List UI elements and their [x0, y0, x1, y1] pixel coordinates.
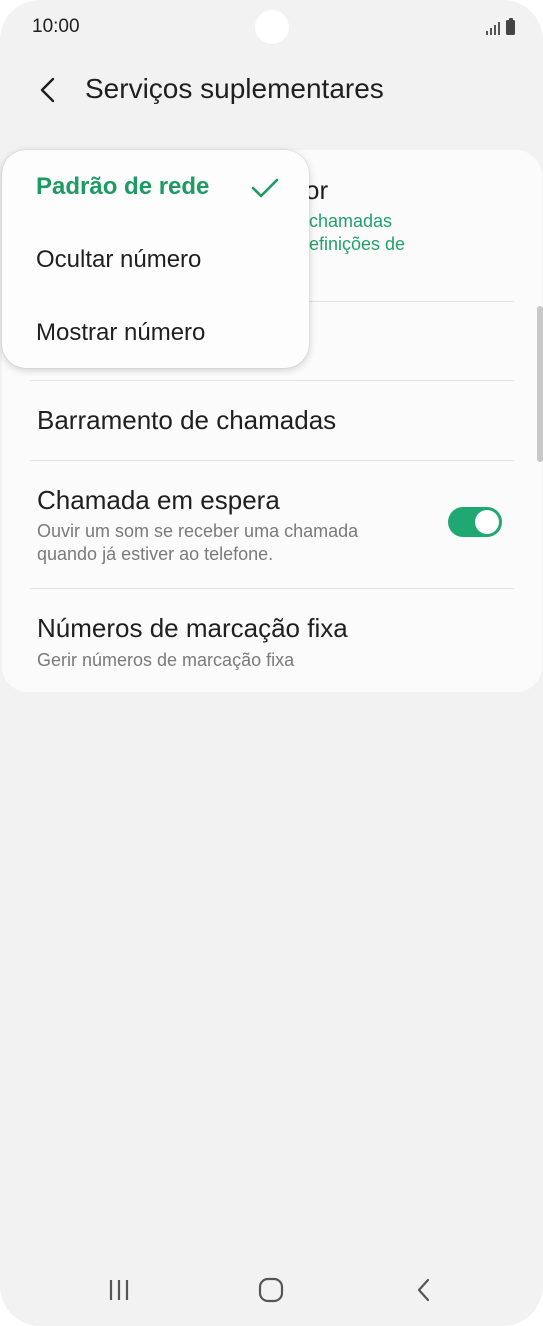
home-button[interactable]	[251, 1272, 291, 1308]
status-icons	[486, 18, 515, 35]
page-title: Serviços suplementares	[85, 73, 384, 104]
status-time: 10:00	[32, 16, 80, 37]
home-icon	[258, 1277, 284, 1303]
fixed-dialing-subtitle: Gerir números de marcação fixa	[37, 650, 295, 670]
navigation-bar	[0, 1260, 543, 1320]
recent-apps-icon	[109, 1280, 129, 1300]
popup-option-show-number[interactable]: Mostrar número	[36, 319, 205, 347]
caller-id-popup-menu: Padrão de rede Ocultar número Mostrar nú…	[2, 150, 309, 368]
back-button[interactable]	[28, 70, 68, 110]
scrollbar[interactable]	[537, 306, 543, 462]
popup-option-network-default[interactable]: Padrão de rede	[36, 173, 209, 201]
call-waiting-title: Chamada em espera	[37, 485, 280, 515]
header: Serviços suplementares	[0, 60, 543, 120]
call-barring-title: Barramento de chamadas	[37, 405, 337, 435]
settings-item-call-waiting[interactable]: Chamada em espera Ouvir um som se recebe…	[2, 461, 542, 588]
caller-id-subtitle-line2: efinições de	[309, 234, 406, 254]
caller-id-subtitle-line1: chamadas	[309, 211, 393, 231]
back-icon	[417, 1278, 430, 1302]
recent-apps-button[interactable]	[99, 1272, 139, 1308]
chevron-left-icon	[40, 77, 55, 103]
popup-option-hide-number[interactable]: Ocultar número	[36, 246, 201, 274]
fixed-dialing-title: Números de marcação fixa	[37, 613, 348, 643]
nav-back-button[interactable]	[404, 1272, 444, 1308]
settings-item-call-barring[interactable]: Barramento de chamadas	[2, 381, 542, 460]
signal-icon	[486, 21, 500, 35]
toggle-knob	[475, 510, 499, 534]
battery-icon	[506, 18, 515, 35]
call-waiting-subtitle-line2: quando já estiver ao telefone.	[37, 544, 274, 564]
call-waiting-toggle[interactable]	[448, 507, 502, 537]
check-icon	[251, 178, 279, 198]
settings-item-fixed-dialing[interactable]: Números de marcação fixa Gerir números d…	[2, 589, 542, 692]
camera-cutout	[255, 10, 289, 44]
screen: 10:00 Serviços suplementares or chamadas…	[0, 0, 543, 1326]
call-waiting-subtitle-line1: Ouvir um som se receber uma chamada	[37, 521, 359, 541]
